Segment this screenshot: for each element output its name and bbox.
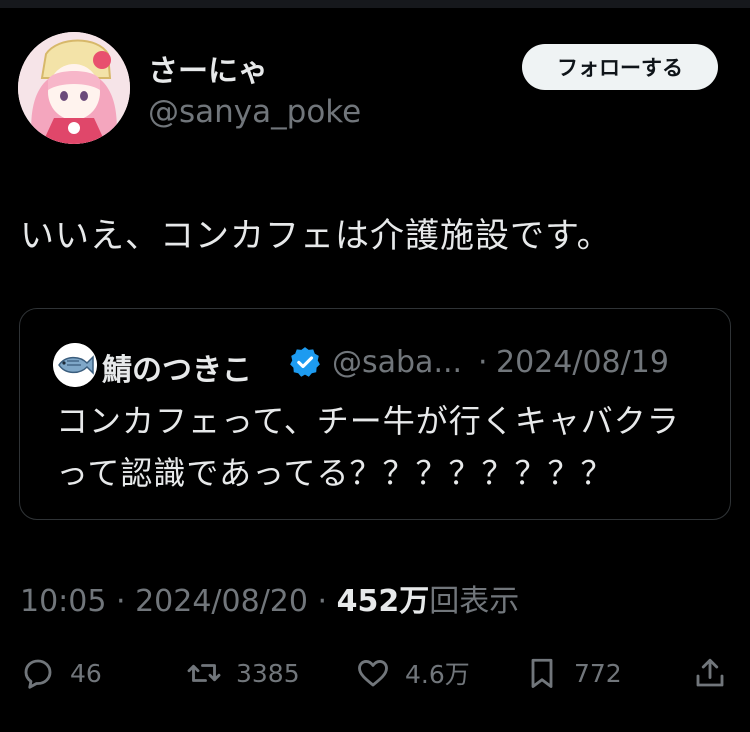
bookmark-button[interactable]: 772	[524, 648, 622, 698]
bookmark-icon	[531, 658, 553, 688]
anime-avatar-icon	[18, 32, 130, 144]
heart-icon	[358, 660, 388, 687]
top-bar	[0, 0, 750, 8]
quote-author-handle[interactable]: @saba...	[332, 345, 462, 380]
like-button[interactable]: 4.6万	[355, 648, 470, 698]
verified-badge-icon	[288, 345, 322, 379]
avatar[interactable]	[18, 32, 130, 144]
tweet-meta: 10:05 · 2024/08/20 · 452万回表示	[20, 576, 519, 620]
reply-button[interactable]: 46	[20, 648, 102, 698]
like-count: 4.6万	[405, 660, 470, 689]
view-count: 452万	[336, 584, 430, 619]
reply-icon	[24, 659, 52, 689]
view-label: 回表示	[429, 584, 520, 619]
action-bar: 46 3385 4.6万 772	[0, 648, 750, 698]
tweet-text: いいえ、コンカフェは介護施設です。	[20, 216, 612, 256]
quote-author-name[interactable]: 鯖のつきこ	[102, 345, 252, 389]
fish-icon[interactable]	[53, 343, 97, 387]
bookmark-count: 772	[574, 658, 622, 688]
reply-count: 46	[70, 658, 102, 688]
tweet-timestamp[interactable]: 10:05 · 2024/08/20 ·	[20, 584, 337, 619]
retweet-icon	[187, 664, 221, 682]
quote-text: コンカフェって、チー牛が行くキャバクラって認識であってる？？？？？？？？	[56, 402, 680, 492]
user-handle[interactable]: @sanya_poke	[148, 94, 361, 130]
quote-separator: ·	[478, 345, 488, 380]
quote-date[interactable]: 2024/08/19	[496, 345, 669, 380]
user-name[interactable]: さーにゃ	[148, 46, 268, 90]
retweet-button[interactable]: 3385	[186, 648, 300, 698]
follow-button[interactable]: フォローする	[522, 44, 718, 90]
share-icon	[696, 658, 724, 687]
quoted-tweet[interactable]: 鯖のつきこ @saba... · 2024/08/19 コンカフェって、チー牛が…	[19, 308, 731, 520]
retweet-count: 3385	[236, 658, 300, 688]
share-button[interactable]	[692, 648, 728, 698]
